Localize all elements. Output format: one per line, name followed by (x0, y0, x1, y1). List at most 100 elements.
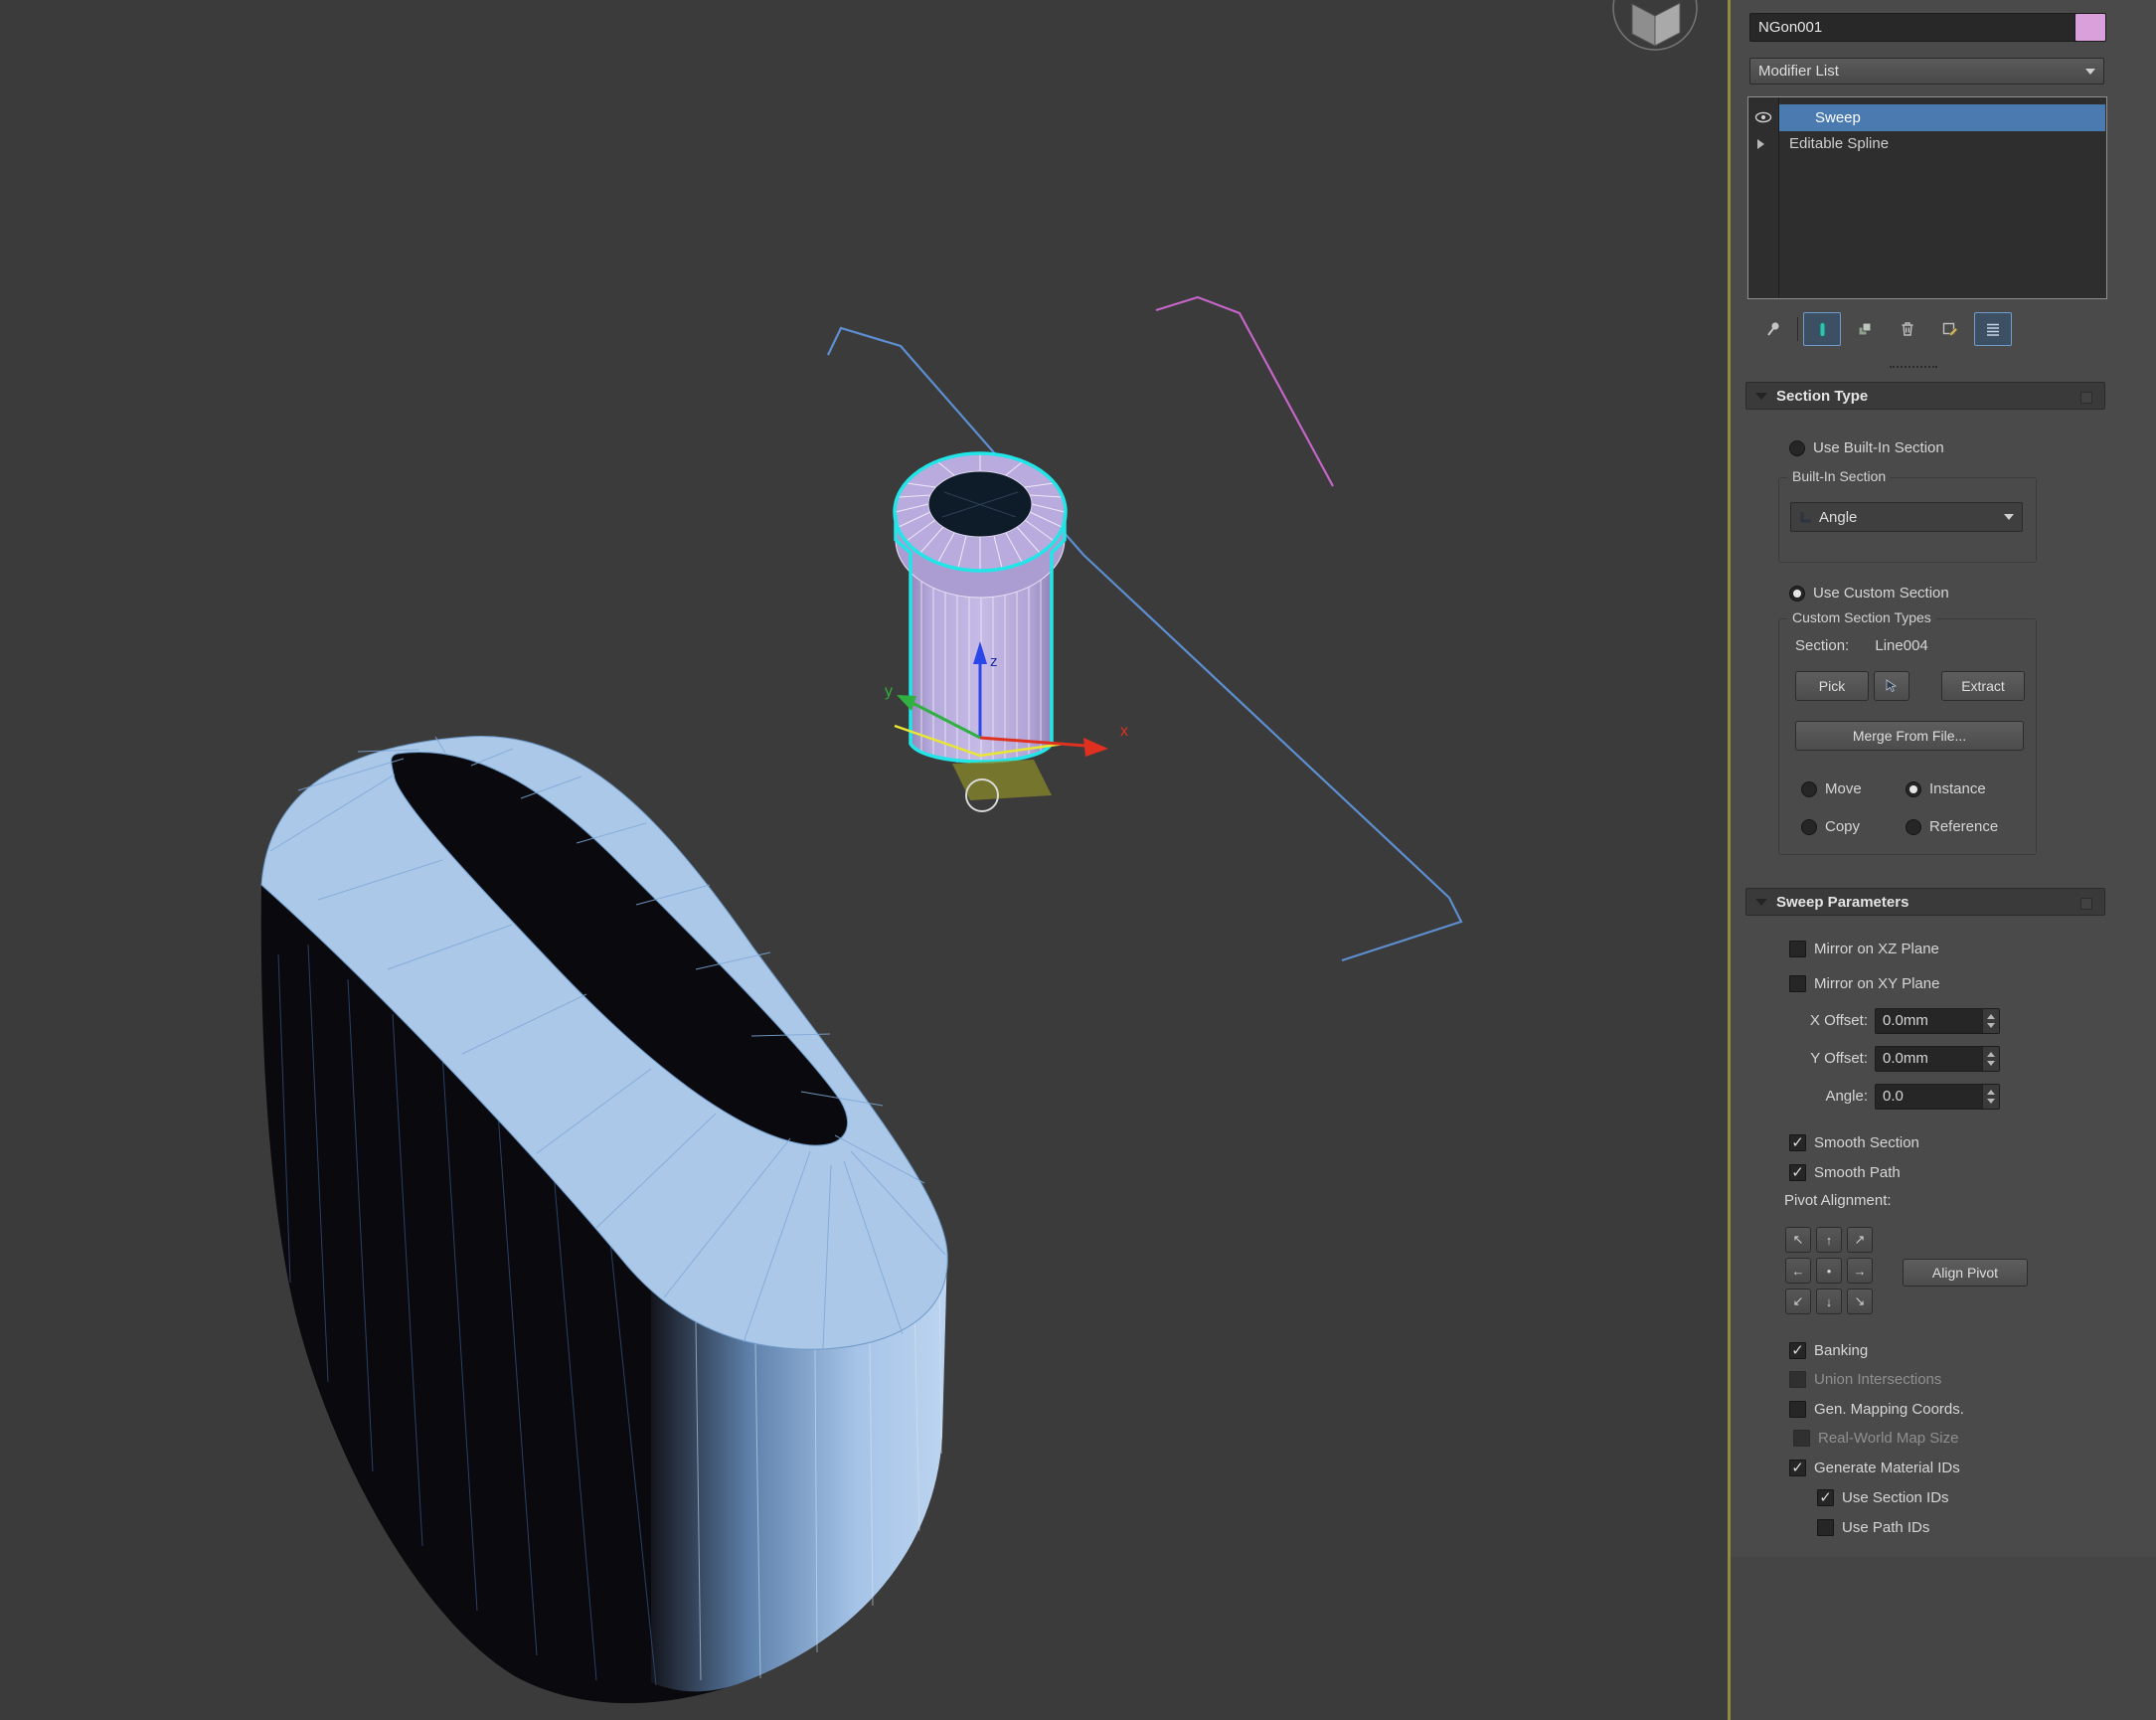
spinner-up-icon[interactable] (1987, 1052, 1995, 1057)
command-panel: NGon001 Modifier List Sweep Editable Spl… (1731, 0, 2156, 1720)
axis-label-y: y (885, 683, 893, 700)
real-world-map-size-checkbox: Real-World Map Size (1793, 1430, 1958, 1447)
built-in-section-dropdown[interactable]: Angle (1790, 502, 2023, 532)
stack-item-label: Editable Spline (1789, 135, 1889, 152)
viewport-canvas[interactable]: z x y (0, 0, 1728, 1720)
x-offset-input[interactable]: 0.0mm (1875, 1008, 2000, 1034)
panel-drag-handle[interactable] (1890, 366, 1937, 368)
remove-modifier-button[interactable] (1889, 312, 1926, 346)
pivot-align-center-button[interactable]: • (1816, 1258, 1842, 1284)
union-intersections-checkbox: Union Intersections (1789, 1371, 1941, 1388)
align-pivot-button[interactable]: Align Pivot (1903, 1259, 2028, 1287)
rollout-header-section-type[interactable]: Section Type (1745, 382, 2105, 410)
x-offset-label: X Offset: (1770, 1012, 1868, 1029)
3ds-max-window: z x y NGon001 Modifier List (0, 0, 2156, 1720)
rollout-collapse-icon (1755, 899, 1767, 906)
axis-label-z: z (990, 653, 998, 670)
pin-stack-icon (1764, 320, 1782, 338)
use-built-in-section-radio[interactable]: Use Built-In Section (1789, 439, 1944, 456)
section-row: Section: Line004 (1795, 637, 1928, 654)
group-label: Custom Section Types (1787, 609, 1936, 625)
radio-circle (1789, 586, 1805, 602)
pin-stack-button[interactable] (1754, 312, 1792, 346)
copy-radio[interactable]: Copy (1801, 818, 1860, 835)
spinner-up-icon[interactable] (1987, 1090, 1995, 1095)
radio-circle (1906, 819, 1921, 835)
use-custom-section-radio[interactable]: Use Custom Section (1789, 585, 1949, 602)
use-path-ids-checkbox[interactable]: Use Path IDs (1817, 1519, 1929, 1536)
generate-material-ids-checkbox[interactable]: ✓ Generate Material IDs (1789, 1460, 1960, 1476)
spinner-arrows[interactable] (1982, 1009, 1999, 1033)
stack-item-editable-spline[interactable]: Editable Spline (1789, 135, 1889, 152)
pick-button[interactable]: Pick (1795, 671, 1869, 701)
pivot-align-top-button[interactable]: ↑ (1816, 1227, 1842, 1253)
smooth-section-checkbox[interactable]: ✓ Smooth Section (1789, 1134, 1919, 1151)
angle-label: Angle: (1770, 1088, 1868, 1105)
banking-checkbox[interactable]: ✓ Banking (1789, 1342, 1868, 1359)
modifier-stack[interactable]: Sweep Editable Spline (1747, 96, 2107, 299)
section-value: Line004 (1875, 637, 1927, 654)
stack-menu-button[interactable] (1974, 312, 2012, 346)
spinner-down-icon[interactable] (1987, 1023, 1995, 1028)
show-end-result-button[interactable] (1803, 312, 1841, 346)
pivot-align-right-button[interactable]: → (1847, 1258, 1873, 1284)
mirror-xy-checkbox[interactable]: Mirror on XY Plane (1789, 975, 1939, 992)
pick-by-name-button[interactable] (1874, 671, 1909, 701)
object-name-value: NGon001 (1758, 19, 1822, 36)
viewport[interactable]: z x y (0, 0, 1728, 1720)
radio-circle (1801, 781, 1817, 797)
instance-radio[interactable]: Instance (1906, 780, 1986, 797)
pivot-align-bottom-left-button[interactable]: ↙ (1785, 1289, 1811, 1314)
pivot-align-bottom-right-button[interactable]: ↘ (1847, 1289, 1873, 1314)
extract-button[interactable]: Extract (1941, 671, 2025, 701)
object-color-swatch[interactable] (2074, 13, 2106, 42)
object-name-input[interactable]: NGon001 (1749, 13, 2087, 42)
merge-from-file-button[interactable]: Merge From File... (1795, 721, 2024, 751)
checkbox-box (1789, 1371, 1806, 1388)
visibility-eye-icon[interactable] (1754, 111, 1772, 124)
built-in-section-group: Built-In Section Angle (1778, 477, 2037, 563)
modifier-list-dropdown[interactable]: Modifier List (1749, 58, 2104, 85)
angle-input[interactable]: 0.0 (1875, 1084, 2000, 1110)
radio-circle (1906, 781, 1921, 797)
spinner-arrows[interactable] (1982, 1047, 1999, 1071)
radio-label: Use Built-In Section (1813, 439, 1944, 456)
mirror-xz-checkbox[interactable]: Mirror on XZ Plane (1789, 941, 1939, 957)
rollout-collapse-icon (1755, 393, 1767, 400)
stack-menu-icon (1984, 320, 2002, 338)
checkbox-box: ✓ (1789, 1460, 1806, 1476)
move-radio[interactable]: Move (1801, 780, 1862, 797)
x-offset-row: X Offset: 0.0mm (1731, 1008, 2156, 1036)
reference-radio[interactable]: Reference (1906, 818, 1998, 835)
section-label: Section: (1795, 637, 1849, 654)
pivot-align-bottom-button[interactable]: ↓ (1816, 1289, 1842, 1314)
rollout-header-sweep-parameters[interactable]: Sweep Parameters (1745, 888, 2105, 916)
pivot-align-left-button[interactable]: ← (1785, 1258, 1811, 1284)
toolbar-separator (1797, 317, 1798, 341)
angle-row: Angle: 0.0 (1731, 1084, 2156, 1112)
checkbox-box (1793, 1430, 1810, 1447)
angle-profile-icon (1799, 510, 1813, 524)
pivot-align-top-right-button[interactable]: ↗ (1847, 1227, 1873, 1253)
gen-mapping-coords-checkbox[interactable]: Gen. Mapping Coords. (1789, 1401, 1964, 1418)
rollout-grip-icon[interactable] (2080, 392, 2092, 404)
stack-item-sweep[interactable]: Sweep (1779, 104, 2105, 131)
expand-arrow-icon[interactable] (1757, 139, 1764, 149)
panel-empty-area (1731, 1557, 2156, 1720)
checkbox-box (1817, 1519, 1834, 1536)
y-offset-input[interactable]: 0.0mm (1875, 1046, 2000, 1072)
chevron-down-icon (2004, 514, 2014, 520)
spinner-down-icon[interactable] (1987, 1099, 1995, 1104)
spinner-down-icon[interactable] (1987, 1061, 1995, 1066)
configure-modifier-sets-button[interactable] (1931, 312, 1969, 346)
smooth-path-checkbox[interactable]: ✓ Smooth Path (1789, 1164, 1901, 1181)
checkbox-box (1789, 941, 1806, 957)
spinner-arrows[interactable] (1982, 1085, 1999, 1109)
use-section-ids-checkbox[interactable]: ✓ Use Section IDs (1817, 1489, 1949, 1506)
make-unique-button[interactable] (1846, 312, 1884, 346)
group-label: Built-In Section (1787, 468, 1891, 484)
checkbox-box: ✓ (1789, 1164, 1806, 1181)
rollout-grip-icon[interactable] (2080, 898, 2092, 910)
spinner-up-icon[interactable] (1987, 1014, 1995, 1019)
pivot-align-top-left-button[interactable]: ↖ (1785, 1227, 1811, 1253)
